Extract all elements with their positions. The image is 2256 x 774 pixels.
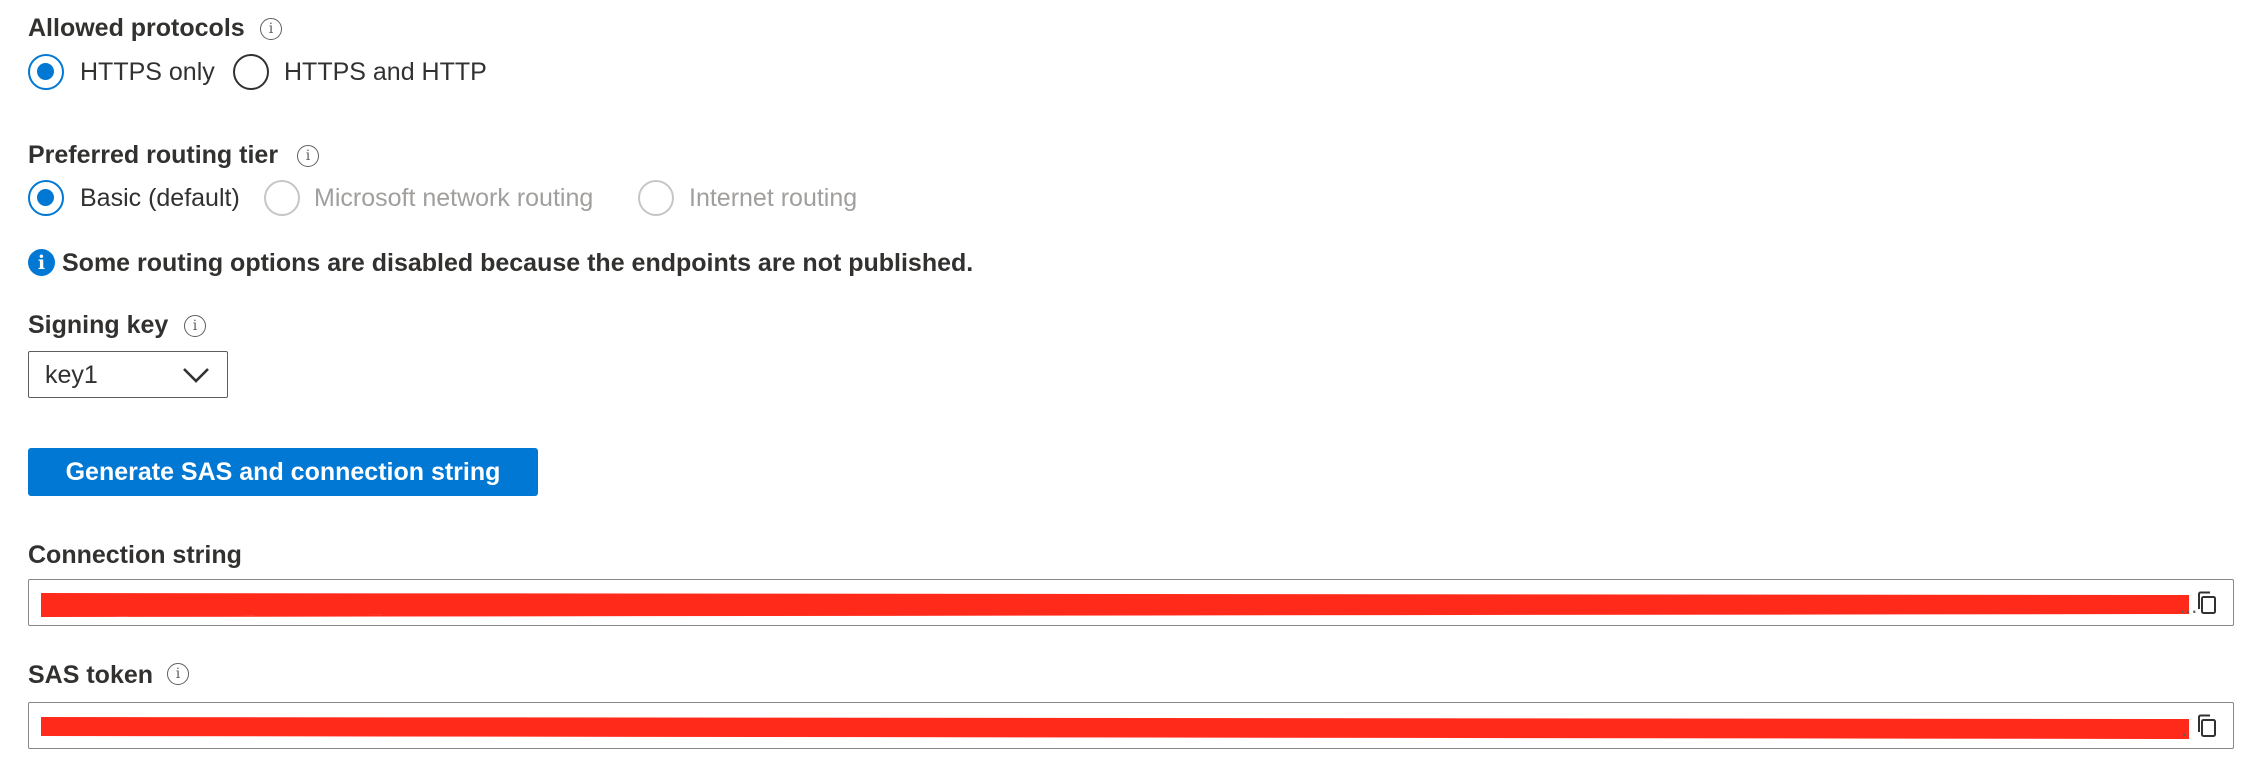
signing-key-label: Signing key (28, 311, 169, 339)
radio-label-microsoft-network-routing: Microsoft network routing (314, 184, 594, 212)
signing-key-value: key1 (45, 361, 98, 389)
copy-icon[interactable] (2193, 589, 2221, 617)
signing-key-dropdown[interactable]: key1 (28, 351, 228, 398)
radio-basic-default[interactable] (28, 180, 64, 216)
sas-token-label: SAS token (28, 661, 154, 689)
radio-https-and-http[interactable] (233, 54, 269, 90)
copy-icon[interactable] (2193, 712, 2221, 740)
info-icon[interactable]: i (260, 18, 282, 40)
connection-string-label: Connection string (28, 541, 242, 569)
info-icon[interactable]: i (167, 663, 189, 685)
radio-label-https-and-http[interactable]: HTTPS and HTTP (284, 58, 487, 87)
routing-notice-text: Some routing options are disabled becaus… (62, 249, 974, 277)
info-icon: i (28, 249, 55, 276)
redaction-scribble (41, 717, 2189, 739)
sas-token-field[interactable]: ? . (28, 702, 2234, 749)
connection-string-field[interactable]: B ... (28, 579, 2234, 626)
radio-label-basic-default[interactable]: Basic (default) (80, 184, 240, 213)
radio-https-only[interactable] (28, 54, 64, 90)
redaction-scribble (41, 593, 2189, 617)
routing-tier-label: Preferred routing tier (28, 141, 279, 169)
allowed-protocols-label: Allowed protocols (28, 14, 245, 42)
info-icon[interactable]: i (184, 315, 206, 337)
radio-internet-routing (638, 180, 674, 216)
radio-label-https-only[interactable]: HTTPS only (80, 58, 215, 87)
generate-sas-button[interactable]: Generate SAS and connection string (28, 448, 538, 496)
radio-microsoft-network-routing (264, 180, 300, 216)
info-icon[interactable]: i (297, 145, 319, 167)
chevron-down-icon (183, 368, 209, 383)
radio-label-internet-routing: Internet routing (689, 184, 858, 212)
sas-token-ellipsis: . (2181, 716, 2188, 741)
